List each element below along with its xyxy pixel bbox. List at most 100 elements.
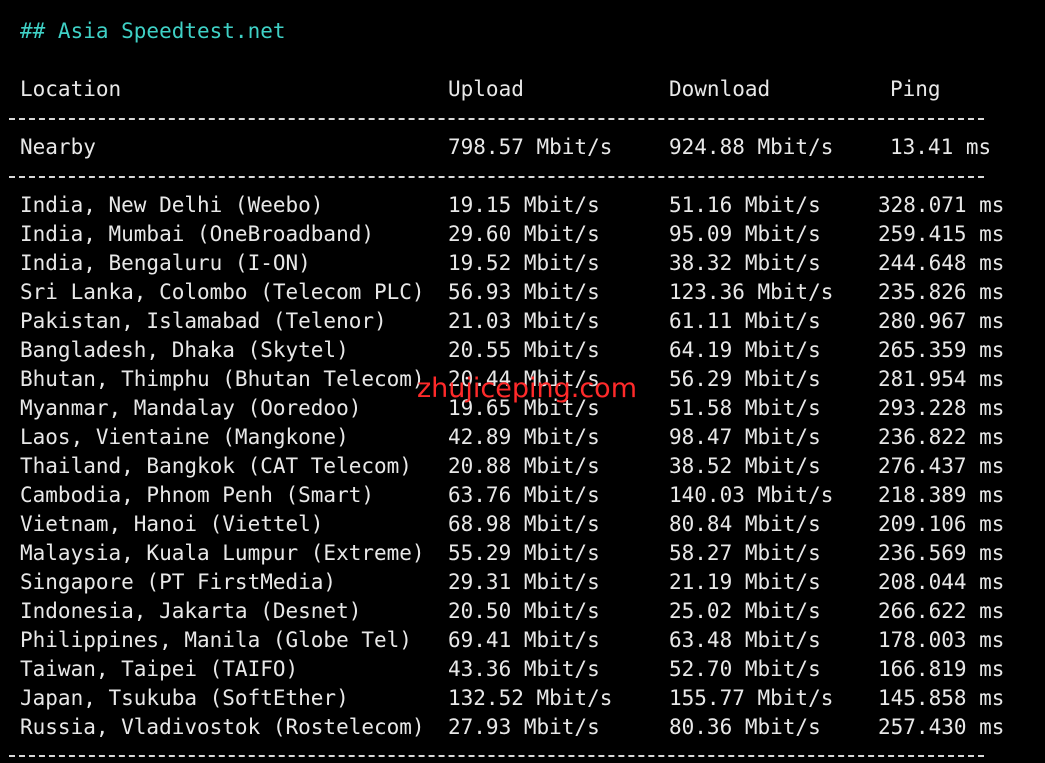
row-ping: 145.858 ms <box>878 686 1005 710</box>
row-upload: 27.93 Mbit/s <box>448 715 600 739</box>
row-location: Pakistan, Islamabad (Telenor) <box>20 309 387 333</box>
header-location: Location <box>20 77 122 101</box>
row-location: Japan, Tsukuba (SoftEther) <box>20 686 349 710</box>
row-download: 63.48 Mbit/s <box>669 628 821 652</box>
row-upload: 20.88 Mbit/s <box>448 454 600 478</box>
row-ping: 265.359 ms <box>878 338 1005 362</box>
table-row: India, New Delhi (Weebo) 19.15 Mbit/s 51.1… <box>0 191 1045 220</box>
divider-line <box>9 118 984 121</box>
row-upload: 132.52 Mbit/s <box>448 686 613 710</box>
table-row: Pakistan, Islamabad (Telenor) 21.03 Mbit/… <box>0 307 1045 336</box>
nearby-upload: 798.57 Mbit/s <box>448 135 613 159</box>
row-ping: 328.071 ms <box>878 193 1005 217</box>
row-location: Singapore (PT FirstMedia) <box>20 570 337 594</box>
nearby-location: Nearby <box>20 135 96 159</box>
row-location: Philippines, Manila (Globe Tel) <box>20 628 412 652</box>
row-download: 51.58 Mbit/s <box>669 396 821 420</box>
row-upload: 19.52 Mbit/s <box>448 251 600 275</box>
row-download: 64.19 Mbit/s <box>669 338 821 362</box>
row-ping: 293.228 ms <box>878 396 1005 420</box>
row-ping: 178.003 ms <box>878 628 1005 652</box>
row-download: 38.32 Mbit/s <box>669 251 821 275</box>
row-ping: 266.622 ms <box>878 599 1005 623</box>
row-upload: 69.41 Mbit/s <box>448 628 600 652</box>
row-download: 25.02 Mbit/s <box>669 599 821 623</box>
row-ping: 235.826 ms <box>878 280 1005 304</box>
row-upload: 56.93 Mbit/s <box>448 280 600 304</box>
table-row: Malaysia, Kuala Lumpur (Extreme) 55.29 Mb… <box>0 539 1045 568</box>
row-download: 56.29 Mbit/s <box>669 367 821 391</box>
row-download: 155.77 Mbit/s <box>669 686 834 710</box>
row-location: India, Bengaluru (I-ON) <box>20 251 311 275</box>
table-row: Vietnam, Hanoi (Viettel) 68.98 Mbit/s 80.8… <box>0 510 1045 539</box>
row-upload: 19.15 Mbit/s <box>448 193 600 217</box>
header-download: Download <box>669 77 771 101</box>
row-location: India, Mumbai (OneBroadband) <box>20 222 375 246</box>
row-location: Bhutan, Thimphu (Bhutan Telecom) <box>20 367 425 391</box>
divider-line <box>9 176 984 179</box>
nearby-ping: 13.41 ms <box>890 135 992 159</box>
table-row: Laos, Vientaine (Mangkone) 42.89 Mbit/s 98… <box>0 423 1045 452</box>
row-download: 38.52 Mbit/s <box>669 454 821 478</box>
row-location: Vietnam, Hanoi (Viettel) <box>20 512 324 536</box>
row-ping: 209.106 ms <box>878 512 1005 536</box>
row-download: 61.11 Mbit/s <box>669 309 821 333</box>
table-header-row: Location Upload Download Ping <box>0 75 1045 104</box>
row-upload: 20.55 Mbit/s <box>448 338 600 362</box>
row-ping: 218.389 ms <box>878 483 1005 507</box>
row-upload: 20.50 Mbit/s <box>448 599 600 623</box>
row-ping: 259.415 ms <box>878 222 1005 246</box>
row-ping: 257.430 ms <box>878 715 1005 739</box>
row-download: 98.47 Mbit/s <box>669 425 821 449</box>
row-ping: 166.819 ms <box>878 657 1005 681</box>
row-ping: 281.954 ms <box>878 367 1005 391</box>
table-row: Philippines, Manila (Globe Tel) 69.41 Mbi… <box>0 626 1045 655</box>
row-location: Thailand, Bangkok (CAT Telecom) <box>20 454 412 478</box>
row-location: Malaysia, Kuala Lumpur (Extreme) <box>20 541 425 565</box>
row-upload: 68.98 Mbit/s <box>448 512 600 536</box>
row-location: Indonesia, Jakarta (Desnet) <box>20 599 362 623</box>
row-location: Bangladesh, Dhaka (Skytel) <box>20 338 349 362</box>
section-title: ## Asia Speedtest.net <box>20 19 286 43</box>
table-row: India, Bengaluru (I-ON) 19.52 Mbit/s 38.32… <box>0 249 1045 278</box>
row-download: 52.70 Mbit/s <box>669 657 821 681</box>
row-ping: 280.967 ms <box>878 309 1005 333</box>
table-row: Thailand, Bangkok (CAT Telecom) 20.88 Mbi… <box>0 452 1045 481</box>
header-ping: Ping <box>890 77 941 101</box>
row-ping: 236.569 ms <box>878 541 1005 565</box>
row-download: 80.84 Mbit/s <box>669 512 821 536</box>
row-location: Laos, Vientaine (Mangkone) <box>20 425 349 449</box>
row-upload: 21.03 Mbit/s <box>448 309 600 333</box>
terminal-window: ## Asia Speedtest.net Location Upload Do… <box>0 0 1045 763</box>
watermark-text: zhujiceping.com <box>417 373 637 404</box>
table-row: Singapore (PT FirstMedia) 29.31 Mbit/s 21.… <box>0 568 1045 597</box>
row-upload: 63.76 Mbit/s <box>448 483 600 507</box>
row-download: 95.09 Mbit/s <box>669 222 821 246</box>
row-download: 58.27 Mbit/s <box>669 541 821 565</box>
header-upload: Upload <box>448 77 524 101</box>
row-location: Taiwan, Taipei (TAIFO) <box>20 657 299 681</box>
row-download: 21.19 Mbit/s <box>669 570 821 594</box>
table-row: Russia, Vladivostok (Rostelecom) 27.93 Mb… <box>0 713 1045 742</box>
row-download: 51.16 Mbit/s <box>669 193 821 217</box>
nearby-download: 924.88 Mbit/s <box>669 135 834 159</box>
table-row: Taiwan, Taipei (TAIFO) 43.36 Mbit/s 52.70 … <box>0 655 1045 684</box>
row-upload: 29.60 Mbit/s <box>448 222 600 246</box>
row-upload: 29.31 Mbit/s <box>448 570 600 594</box>
row-ping: 276.437 ms <box>878 454 1005 478</box>
row-location: Sri Lanka, Colombo (Telecom PLC) <box>20 280 425 304</box>
row-ping: 236.822 ms <box>878 425 1005 449</box>
row-download: 140.03 Mbit/s <box>669 483 834 507</box>
table-row: Indonesia, Jakarta (Desnet) 20.50 Mbit/s 2… <box>0 597 1045 626</box>
row-ping: 208.044 ms <box>878 570 1005 594</box>
row-location: Myanmar, Mandalay (Ooredoo) <box>20 396 362 420</box>
row-upload: 55.29 Mbit/s <box>448 541 600 565</box>
row-location: India, New Delhi (Weebo) <box>20 193 324 217</box>
row-location: Cambodia, Phnom Penh (Smart) <box>20 483 375 507</box>
row-download: 80.36 Mbit/s <box>669 715 821 739</box>
table-row: Japan, Tsukuba (SoftEther) 132.52 Mbit/s 1… <box>0 684 1045 713</box>
table-row: Cambodia, Phnom Penh (Smart) 63.76 Mbit/s… <box>0 481 1045 510</box>
row-location: Russia, Vladivostok (Rostelecom) <box>20 715 425 739</box>
table-row: Bangladesh, Dhaka (Skytel) 20.55 Mbit/s 64… <box>0 336 1045 365</box>
nearby-row: Nearby 798.57 Mbit/s 924.88 Mbit/s 13.41… <box>0 133 1045 162</box>
